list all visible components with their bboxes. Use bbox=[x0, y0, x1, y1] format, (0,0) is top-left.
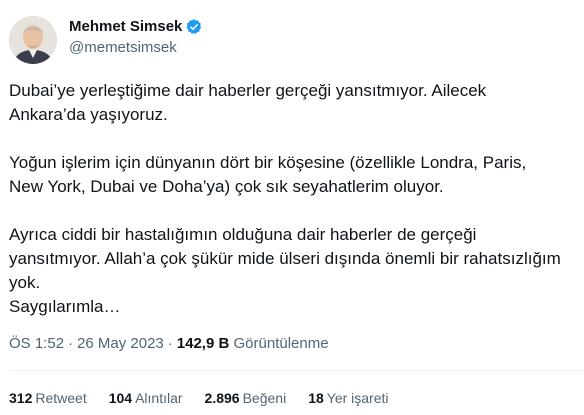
avatar-portrait-icon bbox=[9, 16, 57, 64]
tweet-paragraph: Dubai’ye yerleştiğime dair haberler gerç… bbox=[9, 81, 487, 124]
quotes-count: 104 bbox=[108, 390, 133, 406]
meta-separator: · bbox=[167, 335, 173, 352]
tweet-time[interactable]: ÖS 1:52 bbox=[9, 335, 64, 352]
tweet-meta: ÖS 1:52 · 26 May 2023 · 142,9 B Görüntülenme bbox=[9, 334, 329, 354]
author-handle[interactable]: @memetsimsek bbox=[69, 38, 177, 58]
meta-separator: · bbox=[68, 335, 74, 352]
bookmarks-count: 18 bbox=[308, 390, 324, 406]
views-count: 142,9 B bbox=[176, 335, 230, 352]
tweet-paragraph: Ayrıca ciddi bir hastalığımın olduğuna d… bbox=[9, 225, 561, 316]
tweet-paragraph: Yoğun işlerim için dünyanın dört bir köş… bbox=[9, 153, 527, 196]
retweets-label: Retweet bbox=[35, 390, 87, 406]
bookmarks-stat[interactable]: 18 Yer işareti bbox=[308, 388, 388, 408]
author-name[interactable]: Mehmet Simsek bbox=[69, 17, 182, 37]
likes-label: Beğeni bbox=[242, 390, 287, 406]
likes-stat[interactable]: 2.896 Beğeni bbox=[205, 388, 287, 408]
avatar[interactable] bbox=[9, 16, 57, 64]
quotes-stat[interactable]: 104 Alıntılar bbox=[109, 388, 183, 408]
tweet-text: Dubai’ye yerleştiğime dair haberler gerç… bbox=[9, 79, 579, 319]
views-label: Görüntülenme bbox=[233, 335, 329, 352]
retweets-stat[interactable]: 312 Retweet bbox=[9, 388, 87, 408]
tweet-date[interactable]: 26 May 2023 bbox=[77, 335, 164, 352]
verified-badge-icon bbox=[186, 19, 202, 34]
retweets-count: 312 bbox=[9, 390, 33, 406]
tweet-card: Mehmet Simsek @memetsimsek Dubai’ye yerl… bbox=[0, 0, 584, 415]
likes-count: 2.896 bbox=[204, 390, 240, 406]
quotes-label: Alıntılar bbox=[135, 390, 183, 406]
engagement-stats: 312 Retweet 104 Alıntılar 2.896 Beğeni 18 Ye… bbox=[9, 388, 411, 408]
divider bbox=[9, 370, 584, 371]
bookmarks-label: Yer işareti bbox=[326, 390, 389, 406]
author-name-row: Mehmet Simsek bbox=[69, 17, 203, 37]
